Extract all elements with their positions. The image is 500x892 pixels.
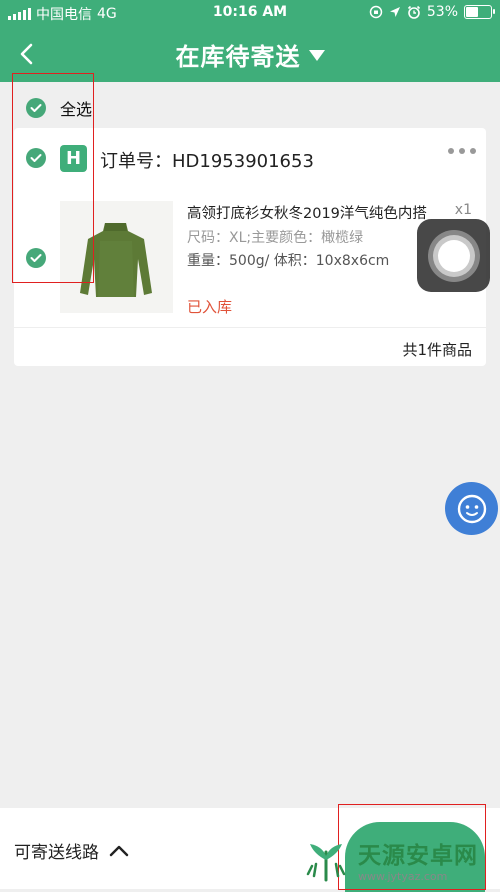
- order-card: H 订单号：HD1953901653 高领打底衫女秋冬2019洋气纯色内搭 x1…: [14, 128, 486, 366]
- item-count: 共1件商品: [402, 341, 472, 359]
- order-header: H 订单号：HD1953901653: [14, 128, 486, 188]
- check-icon: [30, 104, 42, 112]
- assistive-touch-button[interactable]: [417, 219, 490, 292]
- order-number: 订单号：HD1953901653: [100, 147, 314, 173]
- watermark: 天源安卓网 www.jytyaz.com: [300, 830, 500, 889]
- shipping-routes-toggle[interactable]: 可寄送线路: [14, 838, 129, 863]
- battery-icon: [464, 5, 495, 19]
- title-dropdown[interactable]: 在库待寄送: [0, 26, 500, 82]
- check-icon: [30, 154, 42, 162]
- order-checkbox[interactable]: [26, 148, 46, 168]
- watermark-logo: [306, 843, 346, 881]
- product-title: 高领打底衫女秋冬2019洋气纯色内搭: [187, 206, 427, 222]
- divider: [14, 327, 486, 328]
- battery-percent: 53%: [426, 4, 458, 20]
- select-all-row[interactable]: 全选: [26, 96, 92, 120]
- check-icon: [30, 254, 42, 262]
- product-thumbnail[interactable]: [60, 201, 173, 313]
- shipping-routes-label: 可寄送线路: [14, 843, 99, 863]
- item-checkbox[interactable]: [26, 248, 46, 268]
- product-quantity: x1: [454, 202, 472, 218]
- location-icon: [389, 7, 400, 17]
- sweater-image: [80, 223, 152, 297]
- order-number-value: HD1953901653: [172, 151, 314, 172]
- select-all-label: 全选: [60, 100, 93, 119]
- page-title: 在库待寄送: [175, 42, 301, 71]
- watermark-name: 天源安卓网: [358, 843, 478, 869]
- product-spec: 尺码：XL;主要颜色：橄榄绿: [187, 230, 364, 246]
- robot-face-icon: [457, 494, 486, 523]
- chevron-up-icon: [109, 845, 129, 856]
- status-badge: 已入库: [187, 298, 233, 316]
- orientation-lock-icon: [369, 5, 383, 19]
- triangle-down-icon: [308, 49, 325, 61]
- customer-service-button[interactable]: [445, 482, 498, 535]
- more-options-icon[interactable]: [448, 148, 476, 154]
- order-number-label: 订单号：: [100, 151, 172, 172]
- select-all-checkbox[interactable]: [26, 98, 46, 118]
- alarm-icon: [407, 5, 420, 19]
- shop-logo: H: [60, 145, 87, 172]
- watermark-url: www.jytyaz.com: [358, 870, 448, 883]
- status-bar: 中国电信 4G 10:16 AM 53%: [0, 0, 500, 26]
- product-weight: 重量：500g/ 体积：10x8x6cm: [187, 253, 390, 269]
- nav-header: 在库待寄送: [0, 26, 500, 82]
